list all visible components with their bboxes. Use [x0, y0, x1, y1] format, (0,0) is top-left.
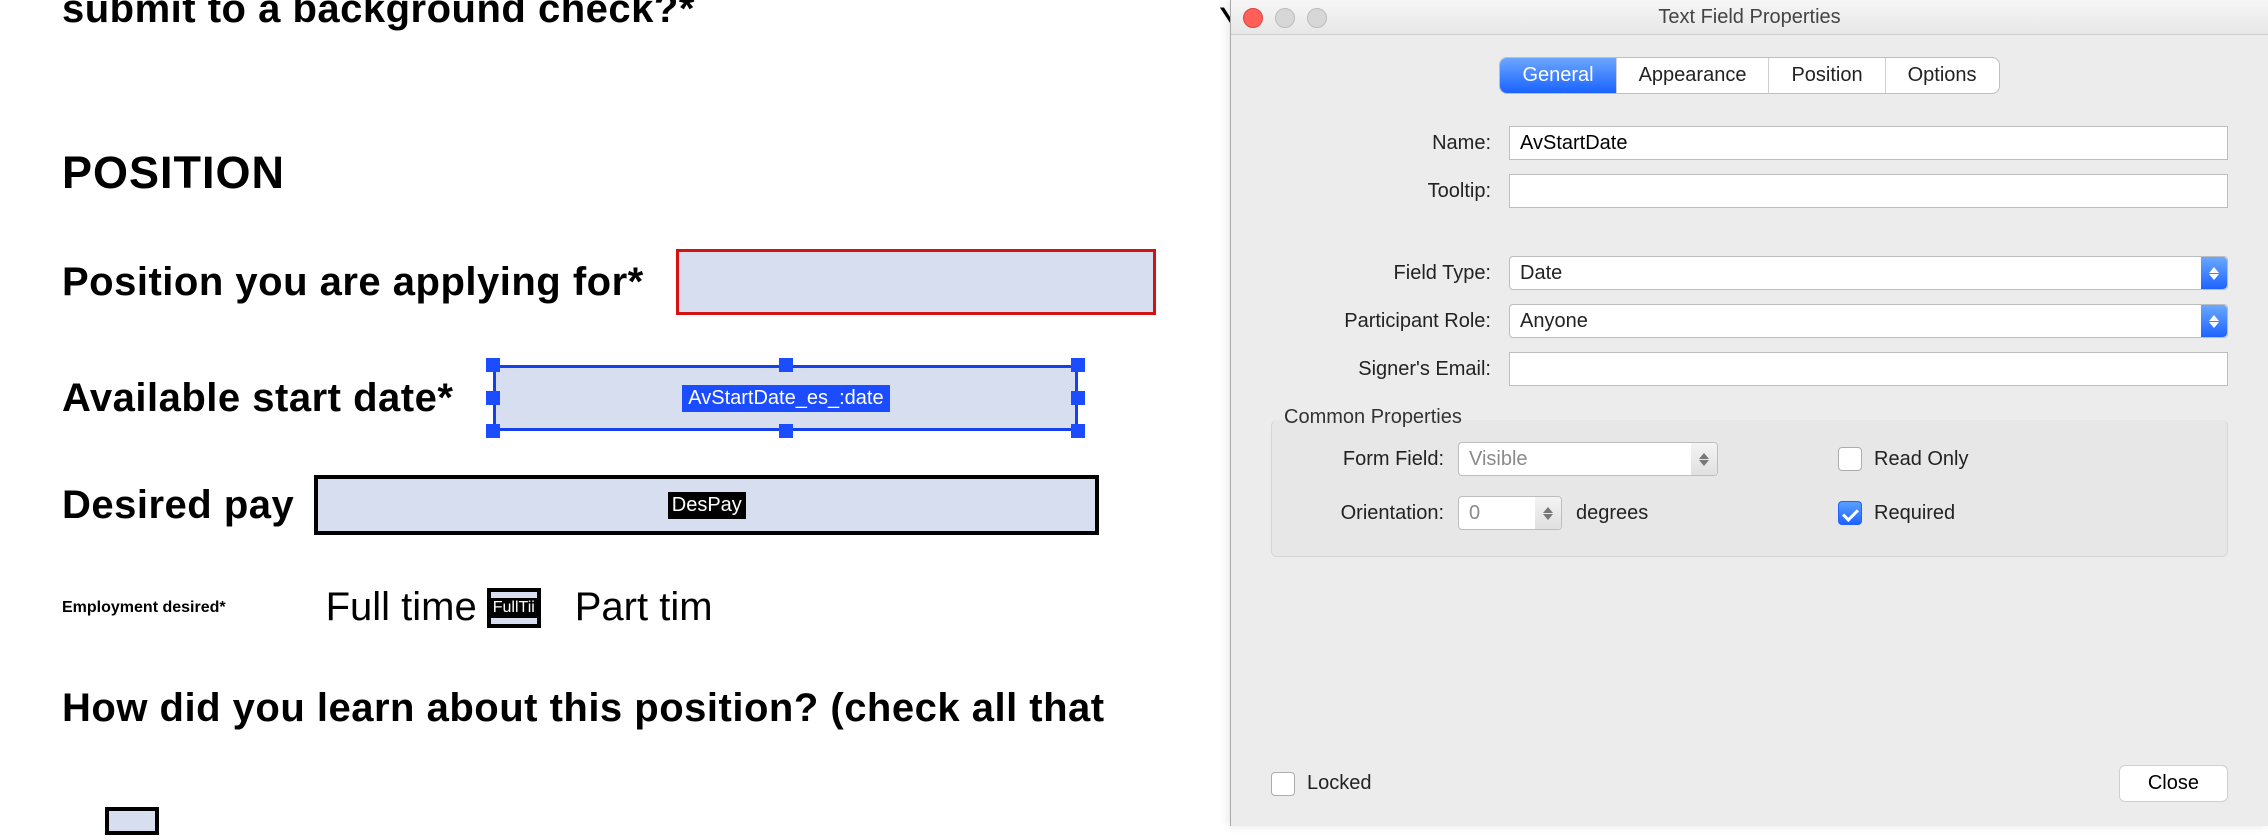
- tab-appearance[interactable]: Appearance: [1617, 58, 1770, 93]
- resize-handle[interactable]: [486, 424, 500, 438]
- select-orientation-value: 0: [1469, 502, 1480, 525]
- form-field-position[interactable]: [676, 249, 1156, 315]
- label-start-date: Available start date*: [62, 376, 453, 421]
- label-orientation: Orientation:: [1298, 502, 1444, 525]
- close-button[interactable]: Close: [2119, 765, 2228, 802]
- label-position: Position you are applying for*: [62, 260, 644, 305]
- select-field-type-value: Date: [1520, 262, 1562, 285]
- window-controls: [1243, 8, 1327, 28]
- form-field-start-date[interactable]: AvStartDate_es_:date: [493, 365, 1078, 431]
- checkbox-full-time[interactable]: FullTii: [487, 588, 541, 628]
- chevron-updown-icon: [1691, 443, 1717, 475]
- chevron-updown-icon: [2201, 257, 2227, 289]
- resize-handle[interactable]: [1071, 391, 1085, 405]
- section-title-common-properties: Common Properties: [1284, 406, 1462, 429]
- input-name[interactable]: [1509, 126, 2228, 160]
- row-start-date: Available start date* AvStartDate_es_:da…: [62, 365, 1168, 431]
- tab-bar: General Appearance Position Options: [1499, 57, 1999, 94]
- chevron-updown-icon: [1535, 497, 1561, 529]
- form-field-desired-pay[interactable]: DesPay: [314, 475, 1099, 535]
- label-degrees: degrees: [1576, 502, 1648, 525]
- label-how-learn: How did you learn about this position? (…: [62, 686, 1168, 731]
- common-properties-section: Common Properties Form Field: Visible Re…: [1271, 420, 2228, 557]
- select-field-type[interactable]: Date: [1509, 256, 2228, 290]
- window-title: Text Field Properties: [1658, 6, 1840, 29]
- checkbox-fragment[interactable]: [105, 807, 159, 835]
- row-desired-pay: Desired pay DesPay: [62, 475, 1168, 535]
- select-participant-role-value: Anyone: [1520, 310, 1588, 333]
- question-background-check: submit to a background check?*: [62, 0, 1168, 32]
- field-tag-start-date: AvStartDate_es_:date: [682, 385, 889, 412]
- cutoff-checkboxes: [105, 807, 519, 840]
- row-position: Position you are applying for*: [62, 249, 1168, 315]
- label-desired-pay: Desired pay: [62, 483, 294, 528]
- section-heading-position: POSITION: [62, 147, 1168, 199]
- window-titlebar[interactable]: Text Field Properties: [1231, 0, 2268, 35]
- checkbox-required[interactable]: [1838, 501, 1862, 525]
- label-required: Required: [1874, 502, 1955, 525]
- properties-panel: Text Field Properties General Appearance…: [1230, 0, 2268, 826]
- zoom-window-icon: [1307, 8, 1327, 28]
- field-tag-desired-pay: DesPay: [668, 492, 746, 519]
- input-tooltip[interactable]: [1509, 174, 2228, 208]
- pdf-document: submit to a background check?* Y POSITIO…: [0, 0, 1230, 826]
- resize-handle[interactable]: [486, 358, 500, 372]
- checkbox-read-only[interactable]: [1838, 447, 1862, 471]
- label-employment: Employment desired*: [62, 599, 226, 617]
- general-form: Name: Tooltip: Field Type: Date Particip…: [1231, 106, 2268, 765]
- panel-footer: Locked Close: [1231, 765, 2268, 826]
- close-window-icon[interactable]: [1243, 8, 1263, 28]
- label-locked: Locked: [1307, 772, 1372, 795]
- field-tag-full-time: FullTii: [491, 598, 537, 618]
- label-name: Name:: [1271, 132, 1491, 155]
- select-orientation[interactable]: 0: [1458, 496, 1562, 530]
- select-form-field[interactable]: Visible: [1458, 442, 1718, 476]
- resize-handle[interactable]: [486, 391, 500, 405]
- minimize-window-icon: [1275, 8, 1295, 28]
- label-participant-role: Participant Role:: [1271, 310, 1491, 333]
- label-form-field: Form Field:: [1298, 448, 1444, 471]
- input-signers-email[interactable]: [1509, 352, 2228, 386]
- select-form-field-value: Visible: [1469, 448, 1528, 471]
- chevron-updown-icon: [2201, 305, 2227, 337]
- resize-handle[interactable]: [1071, 358, 1085, 372]
- select-participant-role[interactable]: Anyone: [1509, 304, 2228, 338]
- label-read-only: Read Only: [1874, 448, 1969, 471]
- label-signers-email: Signer's Email:: [1271, 358, 1491, 381]
- tab-general[interactable]: General: [1500, 58, 1616, 93]
- resize-handle[interactable]: [779, 424, 793, 438]
- resize-handle[interactable]: [779, 358, 793, 372]
- option-full-time: Full time: [326, 585, 477, 630]
- resize-handle[interactable]: [1071, 424, 1085, 438]
- label-field-type: Field Type:: [1271, 262, 1491, 285]
- row-employment: Employment desired* Full time FullTii Pa…: [62, 585, 1168, 630]
- option-part-time: Part tim: [575, 585, 713, 630]
- label-tooltip: Tooltip:: [1271, 180, 1491, 203]
- tab-position[interactable]: Position: [1769, 58, 1885, 93]
- tab-options[interactable]: Options: [1886, 58, 1999, 93]
- checkbox-locked[interactable]: [1271, 772, 1295, 796]
